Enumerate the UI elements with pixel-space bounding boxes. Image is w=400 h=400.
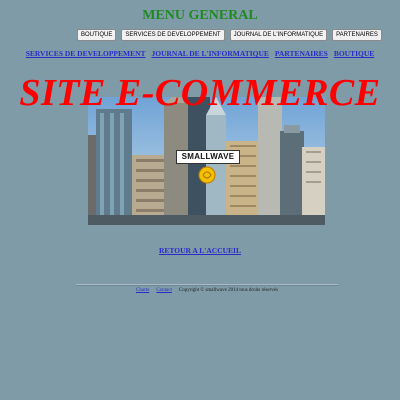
charte-link[interactable]: Charte xyxy=(136,288,149,293)
services-button[interactable]: SERVICES DE DEVELOPPEMENT xyxy=(121,29,225,41)
footer: Charte Contact Copyright © smallwave 201… xyxy=(136,288,278,293)
copyright-text: Copyright © smallwave 2014 tous droits r… xyxy=(178,288,278,293)
partenaires-link[interactable]: PARTENAIRES xyxy=(275,49,328,58)
boutique-button[interactable]: BOUTIQUE xyxy=(77,29,117,41)
services-link[interactable]: SERVICES DE DEVELOPPEMENT xyxy=(26,49,146,58)
partenaires-button[interactable]: PARTENAIRES xyxy=(332,29,382,41)
journal-link[interactable]: JOURNAL DE L'INFORMATIQUE xyxy=(152,49,269,58)
smallwave-logo: SMALLWAVE xyxy=(176,150,240,186)
button-nav: BOUTIQUE SERVICES DE DEVELOPPEMENT JOURN… xyxy=(77,29,382,41)
boutique-link[interactable]: BOUTIQUE xyxy=(334,49,374,58)
back-home-link[interactable]: RETOUR A L'ACCUEIL xyxy=(0,246,400,255)
hero-headline: SITE E-COMMERCE xyxy=(19,72,381,114)
divider xyxy=(76,284,338,286)
link-nav: SERVICES DE DEVELOPPEMENT JOURNAL DE L'I… xyxy=(0,49,400,58)
contact-link[interactable]: Contact xyxy=(156,288,172,293)
journal-button[interactable]: JOURNAL DE L'INFORMATIQUE xyxy=(229,29,328,41)
page-title: MENU GENERAL xyxy=(142,8,258,23)
